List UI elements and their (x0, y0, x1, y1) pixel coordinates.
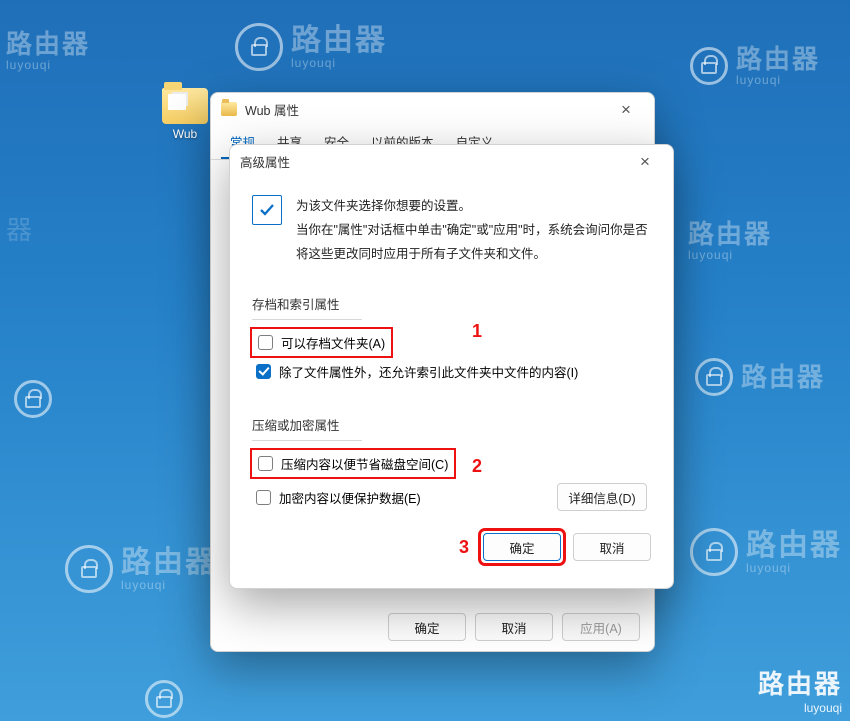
checkbox-encrypt-label: 加密内容以便保护数据(E) (279, 488, 421, 507)
desktop-icon-label: Wub (155, 127, 215, 141)
close-icon[interactable]: × (627, 153, 663, 170)
cancel-button[interactable]: 取消 (573, 533, 651, 561)
encrypt-checkbox-row[interactable]: 加密内容以便保护数据(E) 详细信息(D) (252, 477, 651, 517)
watermark-corner: 路由器 luyouqi (758, 664, 842, 715)
checkbox-index-label: 除了文件属性外，还允许索引此文件夹中文件的内容(I) (279, 362, 578, 381)
watermark (145, 680, 191, 718)
window-title: Wub 属性 (245, 100, 299, 119)
ok-button[interactable]: 确定 (483, 533, 561, 561)
watermark: 器 (6, 216, 34, 245)
cancel-button[interactable]: 取消 (475, 613, 553, 641)
folder-icon (162, 88, 208, 124)
checkbox-archive-label: 可以存档文件夹(A) (281, 333, 385, 352)
watermark (14, 380, 60, 418)
close-icon[interactable]: × (608, 101, 644, 118)
checkbox-compress[interactable] (258, 456, 273, 471)
watermark: 路由器luyouqi (690, 45, 820, 87)
folder-icon (221, 102, 237, 116)
desktop-folder-wub[interactable]: Wub (155, 88, 215, 141)
annotation-2: 2 (472, 456, 482, 477)
annotation-3: 3 (459, 537, 469, 558)
group-compress-label: 压缩或加密属性 (252, 405, 362, 441)
watermark: 路由器luyouqi (688, 220, 772, 262)
watermark: 路由器luyouqi (65, 545, 217, 593)
watermark: 路由器luyouqi (690, 528, 842, 576)
watermark: 路由器 (695, 358, 825, 396)
advanced-attributes-dialog: 高级属性 × 为该文件夹选择你想要的设置。 当你在"属性"对话框中单击"确定"或… (229, 144, 674, 589)
watermark: 路由器luyouqi (6, 30, 90, 72)
annotation-1: 1 (472, 321, 482, 342)
checkbox-archive[interactable] (258, 335, 273, 350)
window-title: 高级属性 (240, 152, 290, 171)
titlebar[interactable]: 高级属性 × (230, 145, 673, 177)
watermark: 路由器luyouqi (235, 23, 387, 71)
checkbox-encrypt[interactable] (256, 490, 271, 505)
intro-text: 为该文件夹选择你想要的设置。 当你在"属性"对话框中单击"确定"或"应用"时，系… (296, 195, 651, 266)
apply-button[interactable]: 应用(A) (562, 613, 640, 641)
group-archive-label: 存档和索引属性 (252, 284, 362, 320)
check-icon (252, 195, 282, 225)
checkbox-index[interactable] (256, 364, 271, 379)
checkbox-compress-label: 压缩内容以便节省磁盘空间(C) (281, 454, 448, 473)
details-button[interactable]: 详细信息(D) (557, 483, 647, 511)
dialog-footer: 3 确定 取消 (230, 517, 673, 563)
dialog-footer: 确定 取消 应用(A) (211, 603, 654, 651)
archive-checkbox-row[interactable]: 可以存档文件夹(A) (252, 329, 391, 356)
compress-checkbox-row[interactable]: 压缩内容以便节省磁盘空间(C) (252, 450, 454, 477)
titlebar[interactable]: Wub 属性 × (211, 93, 654, 125)
ok-button[interactable]: 确定 (388, 613, 466, 641)
index-checkbox-row[interactable]: 除了文件属性外，还允许索引此文件夹中文件的内容(I) (252, 356, 651, 387)
